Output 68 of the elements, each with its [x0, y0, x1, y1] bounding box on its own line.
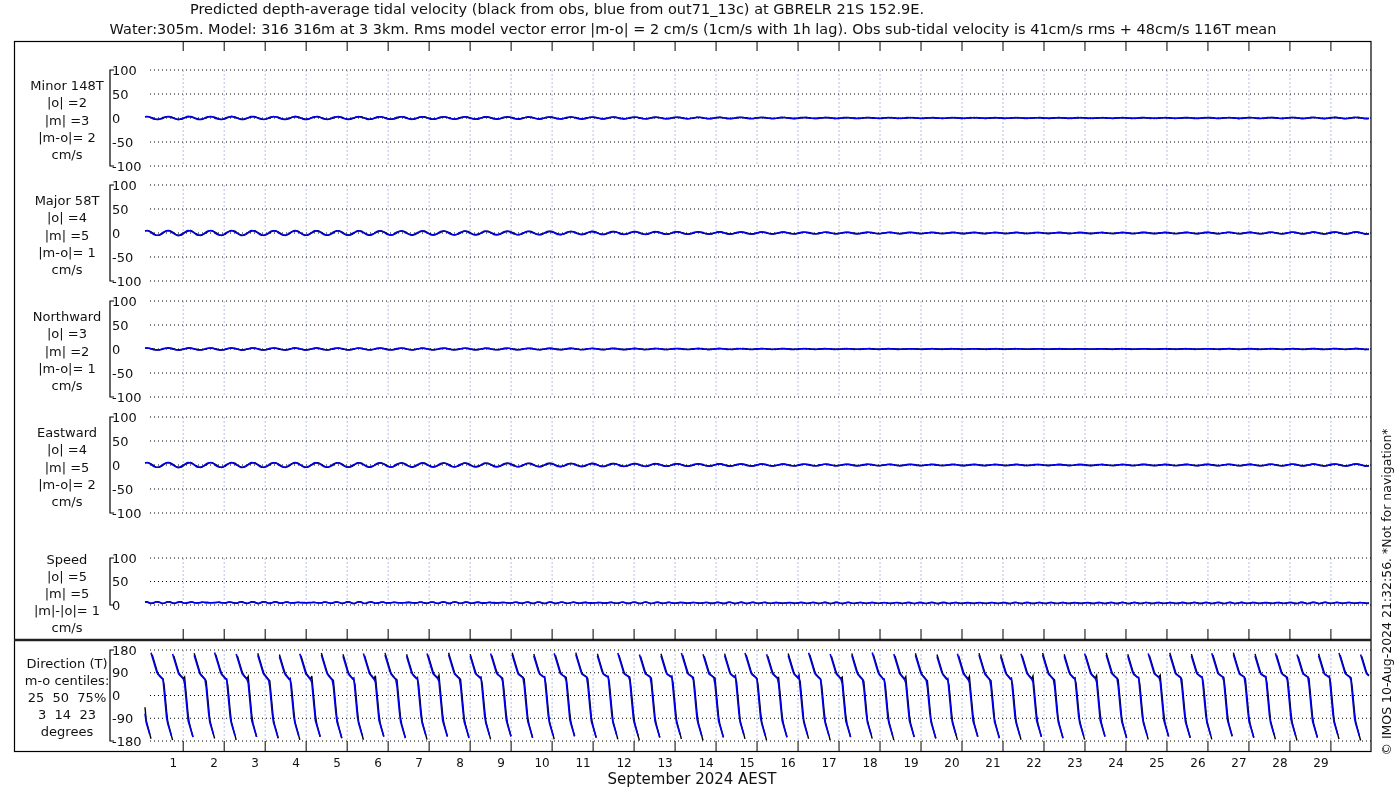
axis-tick-label: 11: [575, 756, 591, 770]
axis-tick-label: 100: [112, 293, 137, 309]
axis-tick-label: 50: [112, 201, 129, 217]
axis-tick-label: 100: [112, 550, 137, 566]
axis-tick-label: 9: [497, 756, 505, 770]
axis-tick-label: 28: [1272, 756, 1288, 770]
axis-tick-label: 13: [657, 756, 673, 770]
axis-tick-label: 1: [169, 756, 177, 770]
axis-tick-label: 0: [112, 225, 121, 241]
axis-tick-label: 180: [112, 642, 137, 658]
axis-tick-label: -90: [112, 710, 134, 726]
axis-tick-label: 4: [292, 756, 300, 770]
axis-tick-label: -50: [112, 365, 134, 381]
axis-tick-label: -100: [112, 273, 142, 289]
axis-tick-label: 8: [456, 756, 464, 770]
axis-tick-label: 50: [112, 433, 129, 449]
axis-tick-label: 29: [1313, 756, 1329, 770]
axis-tick-label: 2: [210, 756, 218, 770]
axis-tick-label: 24: [1108, 756, 1124, 770]
axis-tick-label: 17: [821, 756, 837, 770]
axis-tick-label: 12: [616, 756, 632, 770]
axis-tick-label: -100: [112, 505, 142, 521]
axis-tick-label: 0: [112, 457, 121, 473]
axis-tick-label: 20: [944, 756, 960, 770]
panel-label: Direction (T) m-o centiles: 25 50 75% 3 14 23 degrees: [24, 655, 110, 740]
y-axis: [109, 557, 115, 606]
axis-tick-label: 7: [415, 756, 423, 770]
axis-tick-label: 27: [1231, 756, 1247, 770]
axis-tick-label: -180: [112, 733, 142, 749]
axis-tick-label: 6: [374, 756, 382, 770]
panel-label: Eastward |o| =4 |m| =5 |m-o|= 2 cm/s: [37, 425, 97, 509]
axis-tick-label: 23: [1067, 756, 1083, 770]
axis-tick-label: -100: [112, 389, 142, 405]
axis-tick-label: 18: [862, 756, 878, 770]
chart-title: Water:305m. Model: 316 316m at 3 3km. Rms model vector error |m-o| = 2 cm/s (1cm/s with 1h lag). Obs sub-tidal velocity is 41cm/s rms + 48cm/s 116T mean: [109, 21, 1277, 37]
axis-tick-label: 16: [780, 756, 796, 770]
axis-tick-label: 0: [112, 341, 121, 357]
axis-tick-label: 22: [1026, 756, 1042, 770]
x-axis-title: September 2024 AEST: [607, 770, 777, 788]
axis-tick-label: 50: [112, 574, 129, 589]
panel-label: Speed |o| =5 |m| =5 |m|-|o|= 1 cm/s: [33, 551, 101, 636]
axis-tick-label: -50: [112, 481, 134, 497]
axis-tick-label: 21: [985, 756, 1001, 770]
axis-tick-label: 0: [112, 597, 121, 613]
axis-tick-label: 100: [112, 409, 137, 425]
axis-tick-label: 5: [333, 756, 341, 770]
axis-tick-label: 19: [903, 756, 919, 770]
axis-tick-label: 0: [112, 110, 121, 126]
axis-tick-label: 50: [112, 317, 129, 333]
chart-title: Predicted depth-average tidal velocity (black from obs, blue from out71_13c) at GBRELR 21S 152.9E.: [189, 1, 925, 17]
axis-tick-label: 25: [1149, 756, 1165, 770]
axis-tick-label: 26: [1190, 756, 1206, 770]
axis-tick-label: 100: [112, 62, 137, 78]
axis-tick-label: 50: [112, 86, 129, 102]
panel-label: Northward |o| =3 |m| =2 |m-o|= 1 cm/s: [32, 309, 102, 393]
axis-tick-label: 15: [739, 756, 755, 770]
axis-tick-label: -100: [112, 158, 142, 174]
axis-tick-label: 100: [112, 177, 137, 193]
panel-label: Minor 148T |o| =2 |m| =3 |m-o|= 2 cm/s: [30, 78, 104, 162]
axis-tick-label: 14: [698, 756, 714, 770]
axis-tick-label: -50: [112, 134, 134, 150]
axis-tick-label: 10: [534, 756, 550, 770]
panel-label: Major 58T |o| =4 |m| =5 |m-o|= 1 cm/s: [34, 193, 100, 277]
axis-tick-label: -50: [112, 249, 134, 265]
copyright-note: © IMOS 10-Aug-2024 21:32:56. *Not for navigation*: [1379, 428, 1394, 756]
axis-tick-label: 3: [251, 756, 259, 770]
axis-tick-label: 90: [112, 665, 129, 681]
axis-tick-label: 0: [112, 688, 121, 703]
